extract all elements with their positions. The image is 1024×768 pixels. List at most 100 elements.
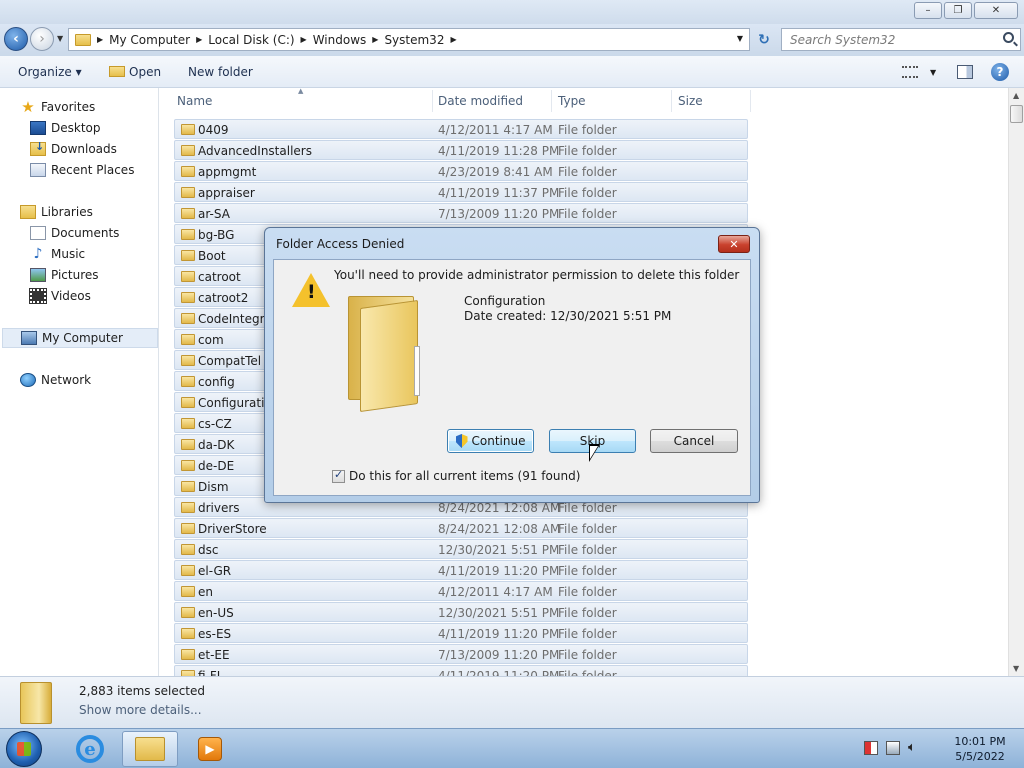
nav-documents[interactable]: Documents xyxy=(30,223,119,243)
chevron-down-icon[interactable]: ▼ xyxy=(930,68,936,77)
taskbar-internet-explorer[interactable]: e xyxy=(62,731,118,767)
table-row[interactable]: appmgmt 4/23/2019 8:41 AM File folder xyxy=(174,161,748,181)
show-more-details-link[interactable]: Show more details... xyxy=(79,703,202,717)
recent-pages-dropdown[interactable]: ▼ xyxy=(57,34,63,43)
file-date-modified: 12/30/2021 5:51 PM xyxy=(438,606,560,620)
column-name[interactable]: Name xyxy=(177,94,212,108)
breadcrumb-my-computer[interactable]: My Computer xyxy=(109,33,190,47)
folder-icon xyxy=(181,397,195,408)
table-row[interactable]: dsc 12/30/2021 5:51 PM File folder xyxy=(174,539,748,559)
chevron-right-icon[interactable]: ▶ xyxy=(301,35,307,44)
nav-recent-places[interactable]: Recent Places xyxy=(30,160,134,180)
column-date-modified[interactable]: Date modified xyxy=(438,94,523,108)
column-divider[interactable] xyxy=(750,90,751,112)
change-view-button[interactable]: ▼ xyxy=(902,63,936,81)
file-name: en xyxy=(198,585,213,599)
notification-area: 🔈︎ xyxy=(864,741,922,755)
address-dropdown[interactable]: ▼ xyxy=(737,34,743,43)
breadcrumb-system32[interactable]: System32 xyxy=(384,33,444,47)
nav-pictures[interactable]: Pictures xyxy=(30,265,99,285)
forward-button[interactable]: › xyxy=(30,27,54,51)
folder-icon xyxy=(181,418,195,429)
table-row[interactable]: et-EE 7/13/2009 11:20 PM File folder xyxy=(174,644,748,664)
table-row[interactable]: 0409 4/12/2011 4:17 AM File folder xyxy=(174,119,748,139)
help-button[interactable]: ? xyxy=(991,63,1009,81)
new-folder-button[interactable]: New folder xyxy=(188,65,253,79)
chevron-right-icon[interactable]: ▶ xyxy=(450,35,456,44)
organize-button[interactable]: Organize ▾ xyxy=(18,65,82,79)
table-row[interactable]: appraiser 4/11/2019 11:37 PM File folder xyxy=(174,182,748,202)
continue-button[interactable]: Continue xyxy=(447,429,534,453)
clock-date: 5/5/2022 xyxy=(955,750,1005,763)
folder-icon xyxy=(181,565,195,576)
folder-icon xyxy=(181,607,195,618)
minimize-button[interactable]: – xyxy=(914,2,942,19)
checkbox-checked-icon[interactable] xyxy=(332,468,345,483)
folder-icon xyxy=(181,334,195,345)
nav-downloads[interactable]: Downloads xyxy=(30,139,117,159)
cancel-button[interactable]: Cancel xyxy=(650,429,738,453)
table-row[interactable]: el-GR 4/11/2019 11:20 PM File folder xyxy=(174,560,748,580)
nav-music[interactable]: ♪ Music xyxy=(30,244,86,264)
network-tray-icon[interactable] xyxy=(886,741,900,755)
table-row[interactable]: es-ES 4/11/2019 11:20 PM File folder xyxy=(174,623,748,643)
nav-desktop-label: Desktop xyxy=(51,121,101,135)
column-divider[interactable] xyxy=(671,90,672,112)
folder-icon xyxy=(181,313,195,324)
action-center-flag-icon[interactable] xyxy=(864,741,878,755)
refresh-button[interactable]: ↻ xyxy=(752,28,776,51)
chevron-right-icon[interactable]: ▶ xyxy=(372,35,378,44)
taskbar-windows-explorer[interactable] xyxy=(122,731,178,767)
dialog-body: You'll need to provide administrator per… xyxy=(273,259,751,496)
table-row[interactable]: en-US 12/30/2021 5:51 PM File folder xyxy=(174,602,748,622)
search-input[interactable]: Search System32 xyxy=(781,28,1021,51)
table-row[interactable]: en 4/12/2011 4:17 AM File folder xyxy=(174,581,748,601)
dialog-close-button[interactable]: ✕ xyxy=(718,235,750,253)
nav-videos[interactable]: Videos xyxy=(29,286,91,306)
address-bar[interactable]: ▶ My Computer ▶ Local Disk (C:) ▶ Window… xyxy=(68,28,750,51)
table-row[interactable]: AdvancedInstallers 4/11/2019 11:28 PM File… xyxy=(174,140,748,160)
open-button[interactable]: Open xyxy=(109,65,161,79)
breadcrumb-local-disk[interactable]: Local Disk (C:) xyxy=(208,33,294,47)
column-size[interactable]: Size xyxy=(678,94,703,108)
search-icon[interactable] xyxy=(1003,32,1014,43)
nav-my-computer[interactable]: My Computer xyxy=(2,328,158,348)
nav-favorites[interactable]: ★ Favorites xyxy=(20,97,95,117)
scroll-thumb[interactable] xyxy=(1010,105,1023,123)
vertical-scrollbar[interactable]: ▲ ▼ xyxy=(1008,88,1024,676)
table-row[interactable]: DriverStore 8/24/2021 12:08 AM File folder xyxy=(174,518,748,538)
back-button[interactable]: ‹ xyxy=(4,27,28,51)
libraries-icon xyxy=(20,205,36,219)
star-icon: ★ xyxy=(21,98,35,116)
file-name: CodeIntegrit xyxy=(198,312,273,326)
file-type: File folder xyxy=(558,207,617,221)
folder-access-denied-dialog: Folder Access Denied ✕ You'll need to pr… xyxy=(264,227,760,503)
volume-icon[interactable]: 🔈︎ xyxy=(908,741,922,755)
folder-name: Configuration xyxy=(464,294,546,308)
chevron-right-icon[interactable]: ▶ xyxy=(196,35,202,44)
close-button[interactable]: ✕ xyxy=(974,2,1018,19)
file-type: File folder xyxy=(558,543,617,557)
nav-network[interactable]: Network xyxy=(20,370,91,390)
nav-desktop[interactable]: Desktop xyxy=(30,118,101,138)
do-this-for-all-checkbox[interactable]: Do this for all current items (91 found) xyxy=(332,468,580,483)
folder-icon xyxy=(181,628,195,639)
scroll-up-icon[interactable]: ▲ xyxy=(1013,91,1019,100)
column-type[interactable]: Type xyxy=(558,94,586,108)
file-name: catroot2 xyxy=(198,291,249,305)
breadcrumb-windows[interactable]: Windows xyxy=(313,33,367,47)
table-row[interactable]: ar-SA 7/13/2009 11:20 PM File folder xyxy=(174,203,748,223)
column-divider[interactable] xyxy=(432,90,433,112)
file-name: de-DE xyxy=(198,459,235,473)
maximize-button[interactable]: ❐ xyxy=(944,2,972,19)
scroll-down-icon[interactable]: ▼ xyxy=(1013,664,1019,673)
clock[interactable]: 10:01 PM 5/5/2022 xyxy=(940,734,1020,764)
start-button[interactable] xyxy=(6,731,42,767)
preview-pane-button[interactable] xyxy=(957,63,973,81)
nav-libraries[interactable]: Libraries xyxy=(20,202,93,222)
taskbar-media-player[interactable]: ▶ xyxy=(182,731,238,767)
chevron-right-icon[interactable]: ▶ xyxy=(97,35,103,44)
file-date-modified: 4/11/2019 11:20 PM xyxy=(438,669,560,676)
column-divider[interactable] xyxy=(551,90,552,112)
table-row[interactable]: fi-FI 4/11/2019 11:20 PM File folder xyxy=(174,665,748,676)
